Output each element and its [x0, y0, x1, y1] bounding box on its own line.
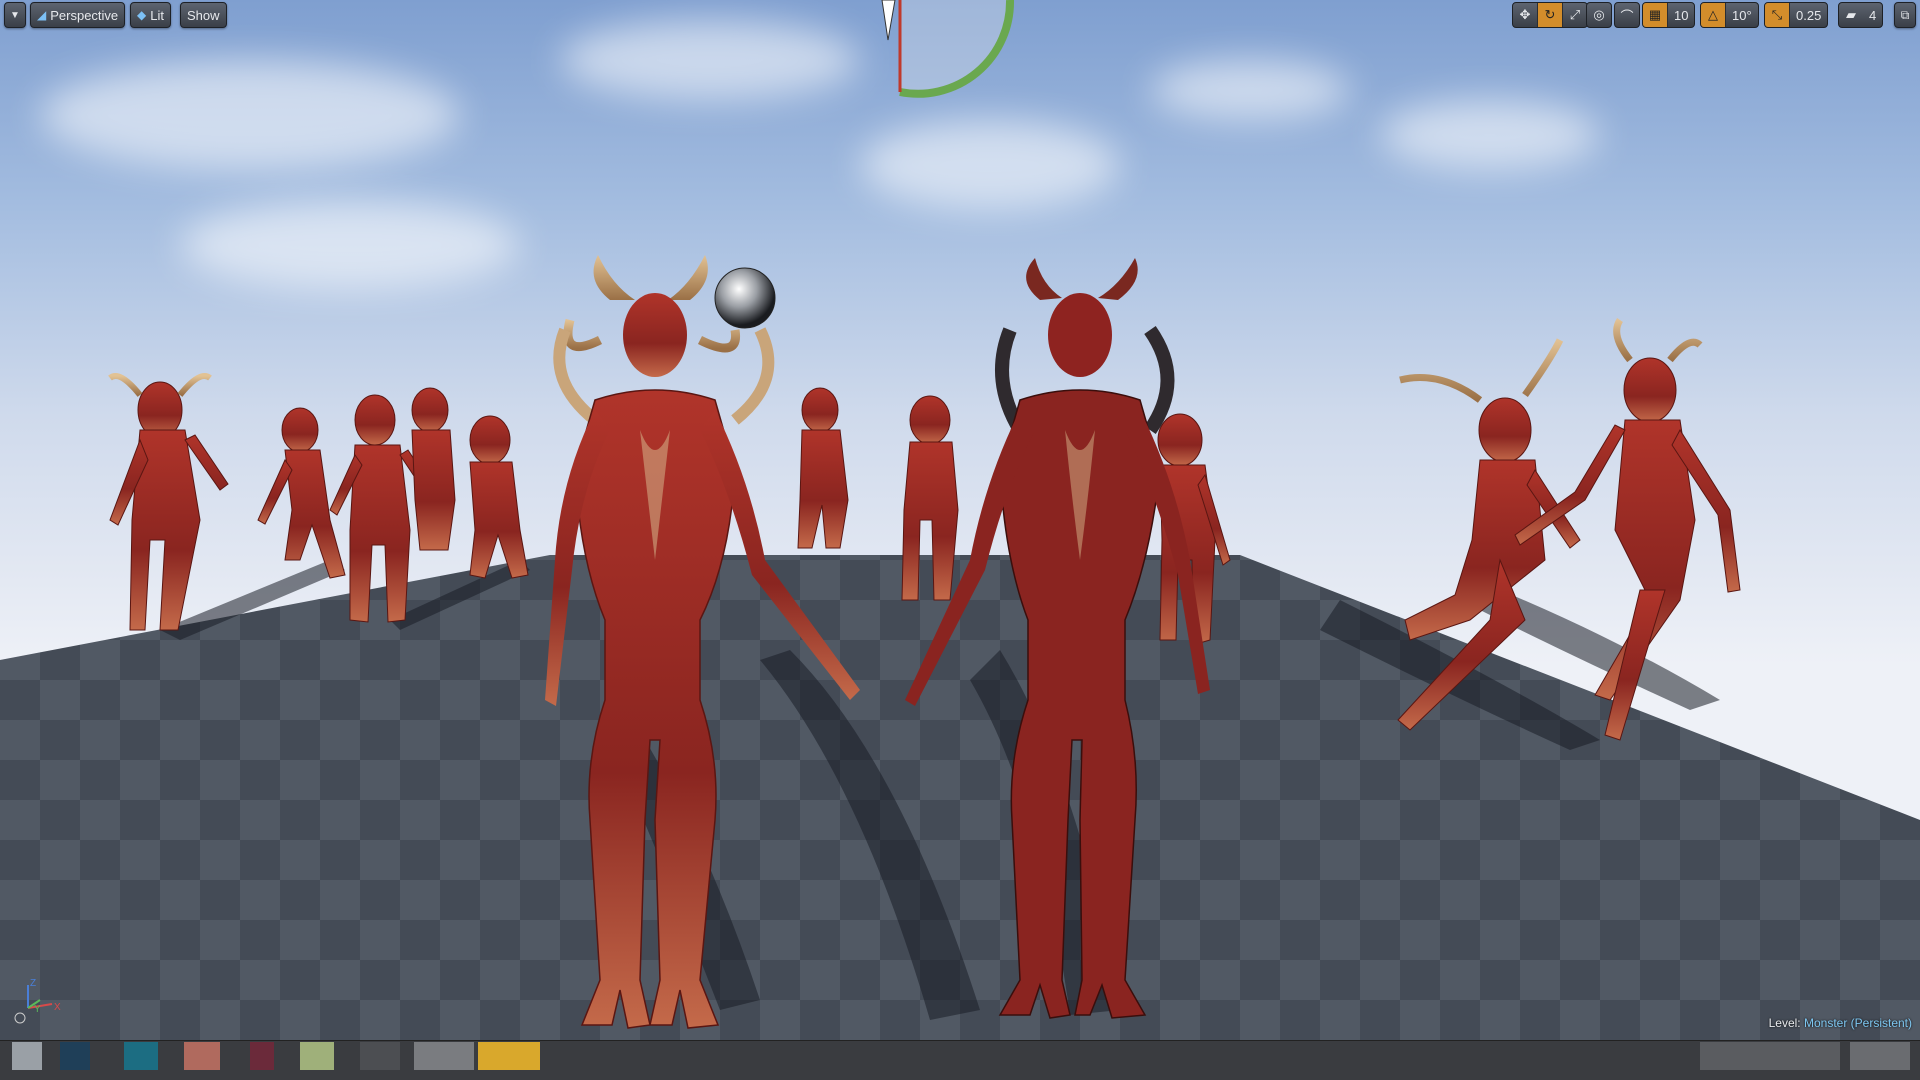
viewport[interactable]: Z Y X ▼ ◢ Perspective ◆ Lit Show ✥ ↻ ⤢ ◎…	[0, 0, 1920, 1040]
taskbar-app-icon[interactable]	[414, 1042, 474, 1070]
taskbar-app-icon[interactable]	[360, 1042, 400, 1070]
level-value: Monster (Persistent)	[1803, 1016, 1912, 1030]
lit-label: Lit	[150, 7, 164, 23]
transform-tools: ✥ ↻ ⤢	[1512, 2, 1588, 28]
taskbar-tray[interactable]	[1700, 1042, 1840, 1070]
axis-x-label: X	[54, 1002, 61, 1013]
world-globe-icon[interactable]: ◎	[1587, 3, 1611, 27]
taskbar-app-icon[interactable]	[124, 1042, 158, 1070]
rotation-snap-group: △ 10°	[1700, 2, 1759, 28]
coordinate-system: ◎	[1586, 2, 1612, 28]
scale-snap-icon[interactable]: ⤡	[1765, 3, 1790, 27]
maximize-viewport-button[interactable]: ⧉	[1894, 2, 1916, 28]
perspective-button[interactable]: ◢ Perspective	[30, 2, 126, 28]
perspective-icon: ◢	[37, 8, 47, 22]
camera-speed-value[interactable]: 4	[1863, 3, 1882, 27]
surface-snap-icon[interactable]: ⌒	[1615, 3, 1639, 27]
viewport-options-dropdown[interactable]: ▼	[4, 2, 26, 28]
rotation-gizmo[interactable]	[881, 0, 1015, 98]
creature-figure	[797, 387, 849, 549]
rotation-snap-icon[interactable]: △	[1701, 3, 1726, 27]
creature-figure	[469, 415, 529, 579]
taskbar-clock[interactable]	[1850, 1042, 1910, 1070]
camera-speed-group: ▰ 4	[1838, 2, 1884, 28]
chevron-down-icon: ▼	[10, 9, 20, 21]
maximize-icon: ⧉	[1900, 7, 1910, 22]
rotation-snap-value[interactable]: 10°	[1726, 3, 1758, 27]
camera-speed-icon[interactable]: ▰	[1839, 3, 1863, 27]
creature-figure	[411, 387, 456, 551]
taskbar	[0, 1040, 1920, 1080]
surface-snap: ⌒	[1614, 2, 1640, 28]
creature-figure	[257, 407, 346, 579]
scale-snap-value[interactable]: 0.25	[1790, 3, 1827, 27]
scale-tool-icon[interactable]: ⤢	[1563, 3, 1587, 27]
current-level: Level: Monster (Persistent)	[1769, 1016, 1912, 1030]
grid-snap-group: ▦ 10	[1642, 2, 1696, 28]
rotate-tool-icon[interactable]: ↻	[1538, 3, 1563, 27]
lit-button[interactable]: ◆ Lit	[130, 2, 171, 28]
taskbar-app-icon[interactable]	[184, 1042, 220, 1070]
show-label: Show	[187, 7, 220, 23]
show-button[interactable]: Show	[180, 2, 227, 28]
axis-z-label: Z	[30, 978, 36, 989]
reflection-sphere[interactable]	[714, 267, 776, 329]
grid-snap-icon[interactable]: ▦	[1643, 3, 1668, 27]
taskbar-app-icon[interactable]	[478, 1042, 540, 1070]
creature-figure	[108, 373, 229, 631]
level-label: Level:	[1768, 1016, 1801, 1030]
lit-mode-icon: ◆	[137, 8, 147, 22]
grid-snap-value[interactable]: 10	[1668, 3, 1694, 27]
taskbar-app-icon[interactable]	[12, 1042, 42, 1070]
axis-y-label: Y	[34, 1004, 41, 1015]
taskbar-app-icon[interactable]	[300, 1042, 334, 1070]
perspective-label: Perspective	[50, 7, 119, 23]
taskbar-app-icon[interactable]	[250, 1042, 274, 1070]
scale-snap-group: ⤡ 0.25	[1764, 2, 1829, 28]
translate-tool-icon[interactable]: ✥	[1513, 3, 1538, 27]
taskbar-app-icon[interactable]	[60, 1042, 90, 1070]
scene-canvas[interactable]: Z Y X	[0, 0, 1920, 1040]
